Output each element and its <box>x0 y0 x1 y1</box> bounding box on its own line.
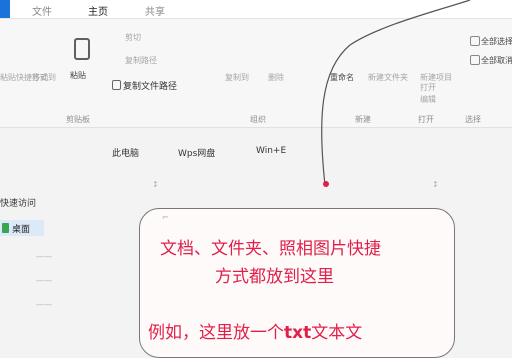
annotation-line-2: 方式都放到这里 <box>215 267 334 287</box>
annotation-txt: txt <box>284 323 312 343</box>
annotation-line-3-prefix: 例如，这里放一个 <box>148 323 284 343</box>
annotation-line-3: 例如，这里放一个txt文本文 <box>148 318 362 343</box>
card-corner-marker: ⌐ <box>162 213 169 222</box>
annotation-line-3-suffix: 文本文 <box>311 323 363 343</box>
annotation-line-1: 文档、文件夹、照相图片快捷 <box>160 239 381 259</box>
